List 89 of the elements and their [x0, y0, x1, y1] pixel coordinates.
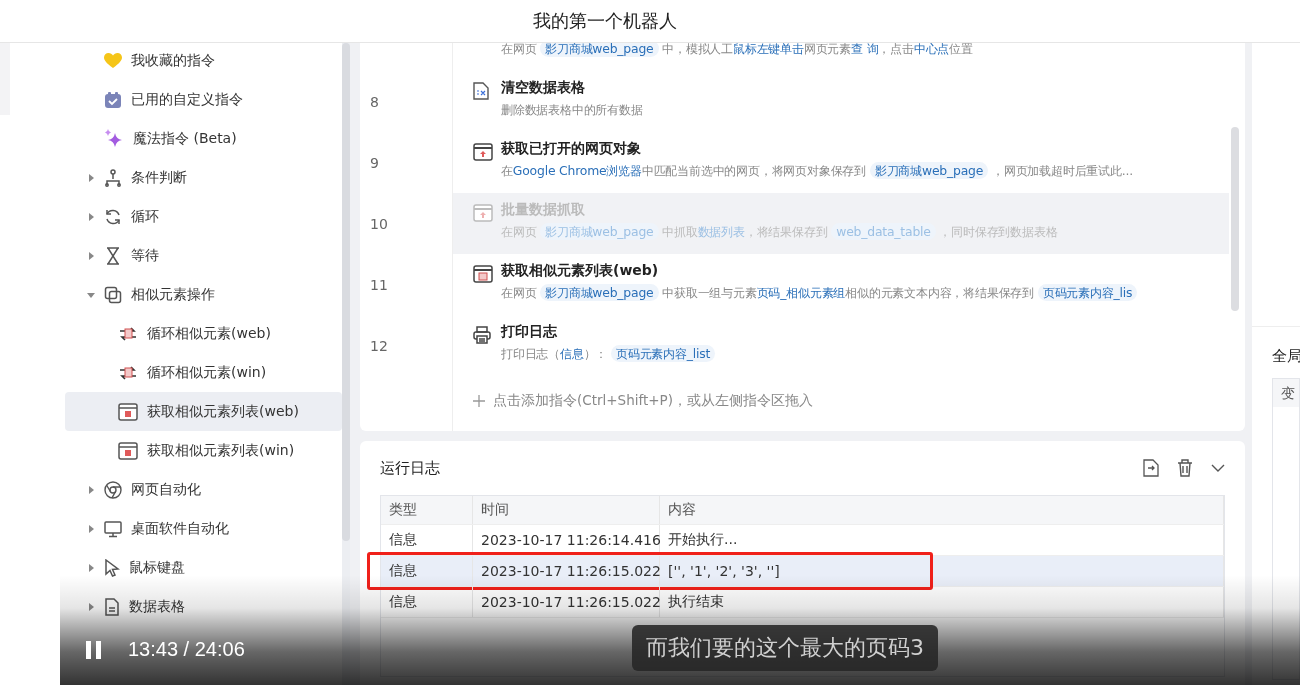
instruction-row[interactable]: 在网页 影刀商城web_page 中，模拟人工鼠标左键单击网页元素查 询，点击中心点位置 — [453, 43, 1229, 71]
line-number: 12 — [370, 337, 388, 354]
branch-icon — [104, 168, 122, 187]
trash-icon[interactable] — [1177, 459, 1193, 477]
panel-title: 全局 — [1272, 347, 1300, 365]
sidebar-item[interactable]: 相似元素操作 — [65, 275, 342, 314]
document-icon — [104, 597, 120, 616]
instruction-description: 在Google Chrome浏览器中匹配当前选中的网页，将网页对象保存到 影刀商城web_page ，网页加载超时后重试此... — [501, 163, 1133, 180]
refresh-icon — [104, 207, 122, 226]
sidebar-item[interactable]: 我收藏的指令 — [65, 43, 342, 80]
instruction-row[interactable]: 打印日志 打印日志（信息）： 页码元素内容_list — [453, 315, 1229, 376]
loop-arrows-icon — [118, 325, 138, 342]
browser-window-icon — [473, 204, 493, 222]
sidebar-item[interactable]: 已用的自定义指令 — [65, 80, 342, 119]
line-number: 8 — [370, 93, 379, 110]
line-number: 9 — [370, 154, 379, 171]
log-row[interactable]: 信息 2023-10-17 11:26:15.022 执行结束 — [381, 587, 1224, 618]
plus-icon[interactable] — [473, 395, 485, 407]
sidebar-item[interactable]: 等待 — [65, 236, 342, 275]
sidebar-item[interactable]: 循环相似元素(web) — [65, 314, 342, 353]
loop-arrows-icon — [118, 364, 138, 381]
table-cell: ['', '1', '2', '3', ''] — [660, 556, 1224, 586]
instruction-description: 在网页 影刀商城web_page 中，模拟人工鼠标左键单击网页元素查 询，点击中心点位置 — [501, 43, 973, 58]
add-instruction-hint[interactable]: 点击添加指令(Ctrl+Shift+P)，或从左侧指令区拖入 — [493, 392, 813, 410]
instruction-title: 获取相似元素列表(web) — [501, 262, 660, 280]
instruction-description: 删除数据表格中的所有数据 — [501, 102, 643, 119]
sidebar-item[interactable]: 鼠标键盘 — [65, 548, 342, 587]
browser-window-icon — [118, 402, 138, 421]
column-header: 时间 — [473, 496, 660, 524]
collapsed-arrow-icon[interactable] — [87, 563, 95, 572]
table-cell: 信息 — [381, 556, 473, 586]
instruction-row[interactable]: 获取已打开的网页对象 在Google Chrome浏览器中匹配当前选中的网页，将网页对象保存到 影刀商城web_page ，网页加载超时后重试此... — [453, 132, 1229, 193]
scrollbar-thumb[interactable] — [342, 43, 350, 541]
sidebar-item[interactable]: 数据表格 — [65, 587, 342, 626]
collapsed-arrow-icon[interactable] — [87, 173, 95, 182]
spreadsheet-clear-icon — [473, 82, 489, 100]
collapsed-arrow-icon[interactable] — [87, 602, 95, 611]
panel-title: 运行日志 — [380, 458, 441, 478]
instruction-description: 打印日志（信息）： 页码元素内容_list — [501, 346, 716, 363]
table-cell: 2023-10-17 11:26:15.022 — [473, 556, 660, 586]
browser-window-icon — [473, 143, 493, 161]
copy-icon — [104, 285, 122, 304]
table-cell: 2023-10-17 11:26:14.416 — [473, 525, 660, 555]
sidebar-item[interactable]: 网页自动化 — [65, 470, 342, 509]
sidebar-item[interactable]: 获取相似元素列表(win) — [65, 431, 342, 470]
sidebar-item[interactable]: 魔法指令 (Beta) — [65, 119, 342, 158]
scrollbar-thumb[interactable] — [1231, 127, 1239, 311]
instruction-description: 在网页 影刀商城web_page 中获取一组与元素页码_相似元素组相似的元素文本内容，将结果保存到 页码元素内容_lis — [501, 285, 1138, 302]
instruction-title: 获取已打开的网页对象 — [501, 140, 642, 158]
browser-window-icon — [118, 441, 138, 460]
column-header: 变 — [1281, 385, 1295, 401]
subtitle-caption: 而我们要的这个最大的页码3 — [632, 625, 938, 671]
table-cell: 2023-10-17 11:26:15.022 — [473, 587, 660, 617]
sidebar-item[interactable]: 条件判断 — [65, 158, 342, 197]
line-number: 10 — [370, 215, 388, 232]
hourglass-icon — [104, 246, 122, 265]
collapsed-arrow-icon[interactable] — [87, 251, 95, 260]
chevron-down-icon[interactable] — [1211, 463, 1225, 473]
collapsed-arrow-icon[interactable] — [87, 524, 95, 533]
sidebar-item[interactable]: 桌面软件自动化 — [65, 509, 342, 548]
instruction-title: 打印日志 — [501, 323, 558, 341]
chrome-icon — [104, 480, 122, 499]
line-number: 11 — [370, 276, 388, 293]
table-cell: 信息 — [381, 587, 473, 617]
sidebar-item[interactable]: 循环 — [65, 197, 342, 236]
calendar-check-icon — [104, 90, 122, 109]
monitor-icon — [104, 519, 122, 538]
instruction-row[interactable]: 获取相似元素列表(web) 在网页 影刀商城web_page 中获取一组与元素页码_相似元素组相似的元素文本内容，将结果保存到 页码元素内容_lis — [453, 254, 1229, 315]
instruction-title: 清空数据表格 — [501, 79, 586, 97]
column-header: 内容 — [660, 496, 1224, 524]
sidebar-item[interactable]: 循环相似元素(win) — [65, 353, 342, 392]
sidebar-item[interactable]: 获取相似元素列表(web) — [65, 392, 342, 431]
column-header: 类型 — [381, 496, 473, 524]
video-time: 13:43 / 24:06 — [128, 638, 245, 661]
collapsed-arrow-icon[interactable] — [87, 212, 95, 221]
table-cell: 信息 — [381, 525, 473, 555]
collapsed-arrow-icon[interactable] — [87, 485, 95, 494]
printer-icon — [473, 326, 491, 344]
expanded-arrow-icon[interactable] — [87, 290, 95, 299]
instruction-row[interactable]: 清空数据表格 删除数据表格中的所有数据 — [453, 71, 1229, 132]
cursor-icon — [104, 558, 120, 577]
pause-icon[interactable] — [86, 640, 102, 659]
instruction-title: 批量数据抓取 — [501, 201, 586, 219]
window-title: 我的第一个机器人 — [533, 9, 677, 33]
browser-window-icon — [473, 265, 493, 283]
heart-icon — [104, 52, 122, 69]
table-cell: 执行结束 — [660, 587, 1224, 617]
export-icon[interactable] — [1143, 459, 1159, 477]
table-cell: 开始执行... — [660, 525, 1224, 555]
